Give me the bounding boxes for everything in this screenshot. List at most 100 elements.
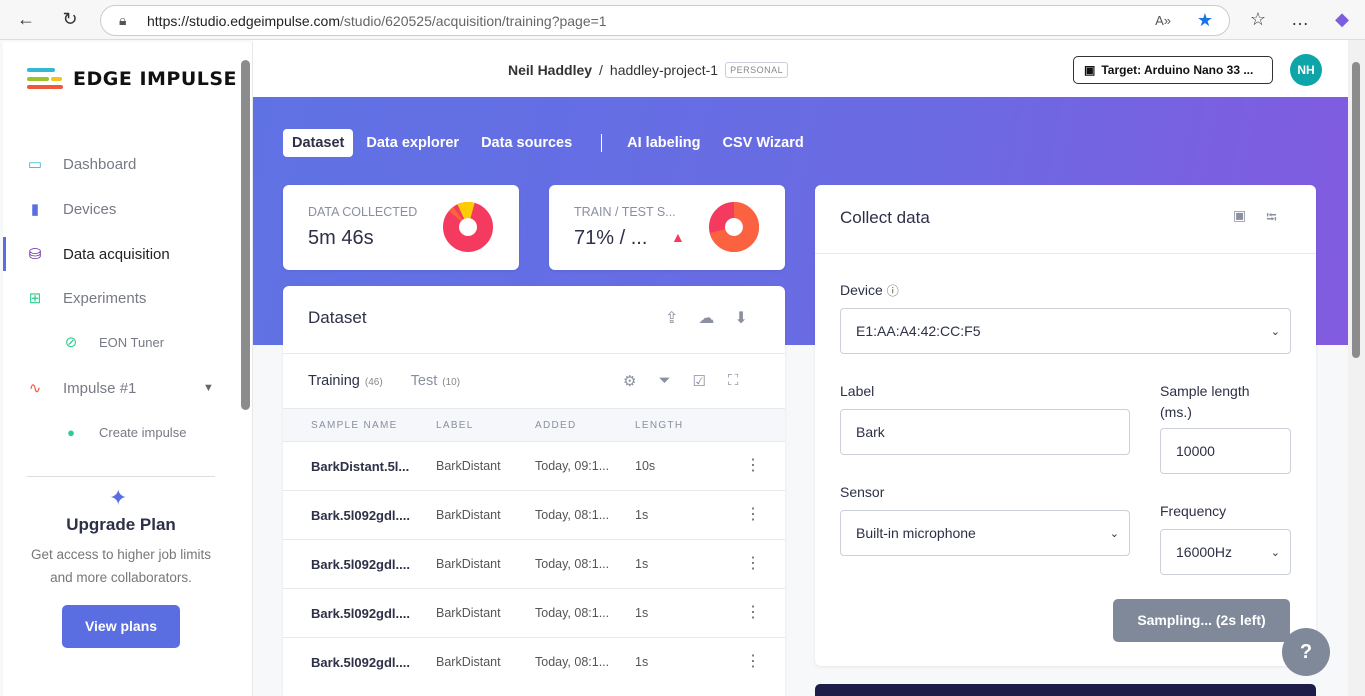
sample-added: Today, 08:1... [535,655,610,669]
tab-data-sources[interactable]: Data sources [472,129,581,157]
help-circle-icon[interactable]: ⓘ [887,284,899,298]
logo[interactable]: EDGE IMPULSE [27,68,237,90]
sample-name[interactable]: Bark.5l092gdl.... [311,606,410,621]
tab-dataset[interactable]: Dataset [283,129,354,157]
sample-label: BarkDistant [436,606,501,620]
sample-name[interactable]: Bark.5l092gdl.... [311,557,410,572]
train-test-split-card: TRAIN / TEST S... 71% / ... ▲ [549,185,785,270]
sample-length-input[interactable]: 10000 [1160,428,1291,474]
tab-test[interactable]: Test (10) [411,373,460,389]
sample-length: 1s [635,557,649,571]
tab-csv-wizard[interactable]: CSV Wizard [713,129,812,157]
target-selector[interactable]: ▣ Target: Arduino Nano 33 ... [1073,56,1273,84]
sample-length: 1s [635,508,649,522]
sampling-button[interactable]: Sampling... (2s left) [1113,599,1290,642]
refresh-icon[interactable]: ↻ [60,9,80,30]
chip-icon[interactable]: ▣ [1233,207,1246,231]
label-input[interactable]: Bark [840,409,1130,455]
sample-label: BarkDistant [436,557,501,571]
stat-value: 71% / ... [574,227,648,249]
more-vertical-icon[interactable]: ⋮ [745,504,761,524]
chevron-down-icon: ⌄ [1270,325,1280,338]
tab-ai-labeling[interactable]: AI labeling [618,129,709,157]
breadcrumb-user[interactable]: Neil Haddley [508,62,592,78]
tab-divider [601,134,603,152]
frequency-select[interactable]: 16000Hz ⌄ [1160,529,1291,575]
warning-icon[interactable]: ▲ [671,229,685,245]
tab-training[interactable]: Training (46) [308,373,383,389]
nav-label: Devices [63,200,117,218]
more-vertical-icon[interactable]: ⋮ [745,602,761,622]
view-plans-button[interactable]: View plans [62,605,180,648]
read-aloud-icon[interactable]: A» [1155,13,1171,28]
more-vertical-icon[interactable]: ⋮ [745,455,761,475]
filter-icon[interactable]: ⏷ [658,372,670,390]
more-vertical-icon[interactable]: ⋮ [745,553,761,573]
top-header: Neil Haddley / haddley-project-1 PERSONA… [253,40,1348,97]
table-row[interactable]: Bark.5l092gdl.... BarkDistant Today, 08:1.… [283,588,785,637]
cloud-add-icon[interactable]: ☁ [698,308,714,328]
col-length[interactable]: LENGTH [635,420,683,431]
settings-eye-icon[interactable]: ⚙ [623,372,636,390]
next-card-edge [815,684,1316,696]
train-test-donut [709,202,759,252]
tab-data-explorer[interactable]: Data explorer [357,129,468,157]
sample-name[interactable]: Bark.5l092gdl.... [311,508,410,523]
sample-added: Today, 08:1... [535,508,610,522]
edge-impulse-logo-icon [27,68,63,89]
lock-icon: 🔒︎ [119,12,127,28]
scrollbar-thumb[interactable] [1352,62,1360,358]
device-value: E1:AA:A4:42:CC:F5 [856,323,981,339]
collect-actions: ▣ ⭾ [1233,207,1277,231]
upload-icon[interactable]: ⇪ [665,308,678,328]
collect-data-card: Collect data ▣ ⭾ Device ⓘ E1:AA:A4:42:CC:… [815,185,1316,666]
sample-added: Today, 08:1... [535,557,610,571]
download-file-icon[interactable]: ⬇ [734,308,747,328]
tab-label: Training [308,373,360,389]
dataset-title: Dataset [308,308,367,327]
tab-label: Test [410,373,438,389]
address-bar[interactable]: 🔒︎ https://studio.edgeimpulse.com/studio… [100,5,1230,36]
table-header: SAMPLE NAME LABEL ADDED LENGTH [283,408,785,441]
expand-icon[interactable]: ⛶ [728,372,739,390]
breadcrumb-project[interactable]: haddley-project-1 [610,62,718,78]
sidebar-scrollbar[interactable] [241,60,250,410]
table-row[interactable]: Bark.5l092gdl.... BarkDistant Today, 08:1.… [283,490,785,539]
nav-label: Impulse #1 [63,379,137,397]
dataset-actions: ⇪ ☁ ⬇ [665,308,748,328]
col-label[interactable]: LABEL [436,420,474,431]
test-count: (10) [442,377,461,388]
device-select[interactable]: E1:AA:A4:42:CC:F5 ⌄ [840,308,1291,354]
table-row[interactable]: Bark.5l092gdl.... BarkDistant Today, 08:1.… [283,539,785,588]
page-scrollbar[interactable] [1348,40,1365,696]
sensor-select[interactable]: Built-in microphone ⌄ [840,510,1130,556]
sample-length: 1s [635,655,649,669]
label-label: Label [840,383,875,399]
help-button[interactable]: ? [1282,628,1330,676]
select-checkbox-icon[interactable]: ☑ [692,372,705,390]
more-vertical-icon[interactable]: ⋮ [745,651,761,671]
usb-icon[interactable]: ⭾ [1266,207,1277,231]
data-collected-card: DATA COLLECTED 5m 46s [283,185,519,270]
table-row[interactable]: BarkDistant.5l... BarkDistant Today, 09:1.… [283,441,785,490]
sample-name[interactable]: BarkDistant.5l... [311,459,409,474]
database-icon: ⛁ [28,246,42,263]
sample-name[interactable]: Bark.5l092gdl.... [311,655,410,670]
chevron-down-icon: ⌄ [1270,546,1280,559]
sample-length-label: Sample length (ms.) [1160,383,1250,420]
breadcrumb-separator: / [599,62,603,78]
col-added[interactable]: ADDED [535,420,577,431]
sample-added: Today, 08:1... [535,606,610,620]
favorite-star-icon[interactable]: ★ [1197,10,1213,31]
sensor-label: Sensor [840,484,885,500]
col-sample-name[interactable]: SAMPLE NAME [311,420,398,431]
favorites-icon[interactable]: ☆ [1248,9,1268,30]
copilot-icon[interactable]: ◆ [1332,9,1352,30]
avatar[interactable]: NH [1290,54,1322,86]
stat-label: TRAIN / TEST S... [574,205,676,219]
table-row[interactable]: Bark.5l092gdl.... BarkDistant Today, 08:1.… [283,637,785,686]
upgrade-title: Upgrade Plan [66,515,176,534]
back-icon[interactable]: ← [16,9,36,30]
more-icon[interactable]: … [1290,9,1310,30]
chevron-down-icon[interactable]: ▼ [203,382,214,394]
